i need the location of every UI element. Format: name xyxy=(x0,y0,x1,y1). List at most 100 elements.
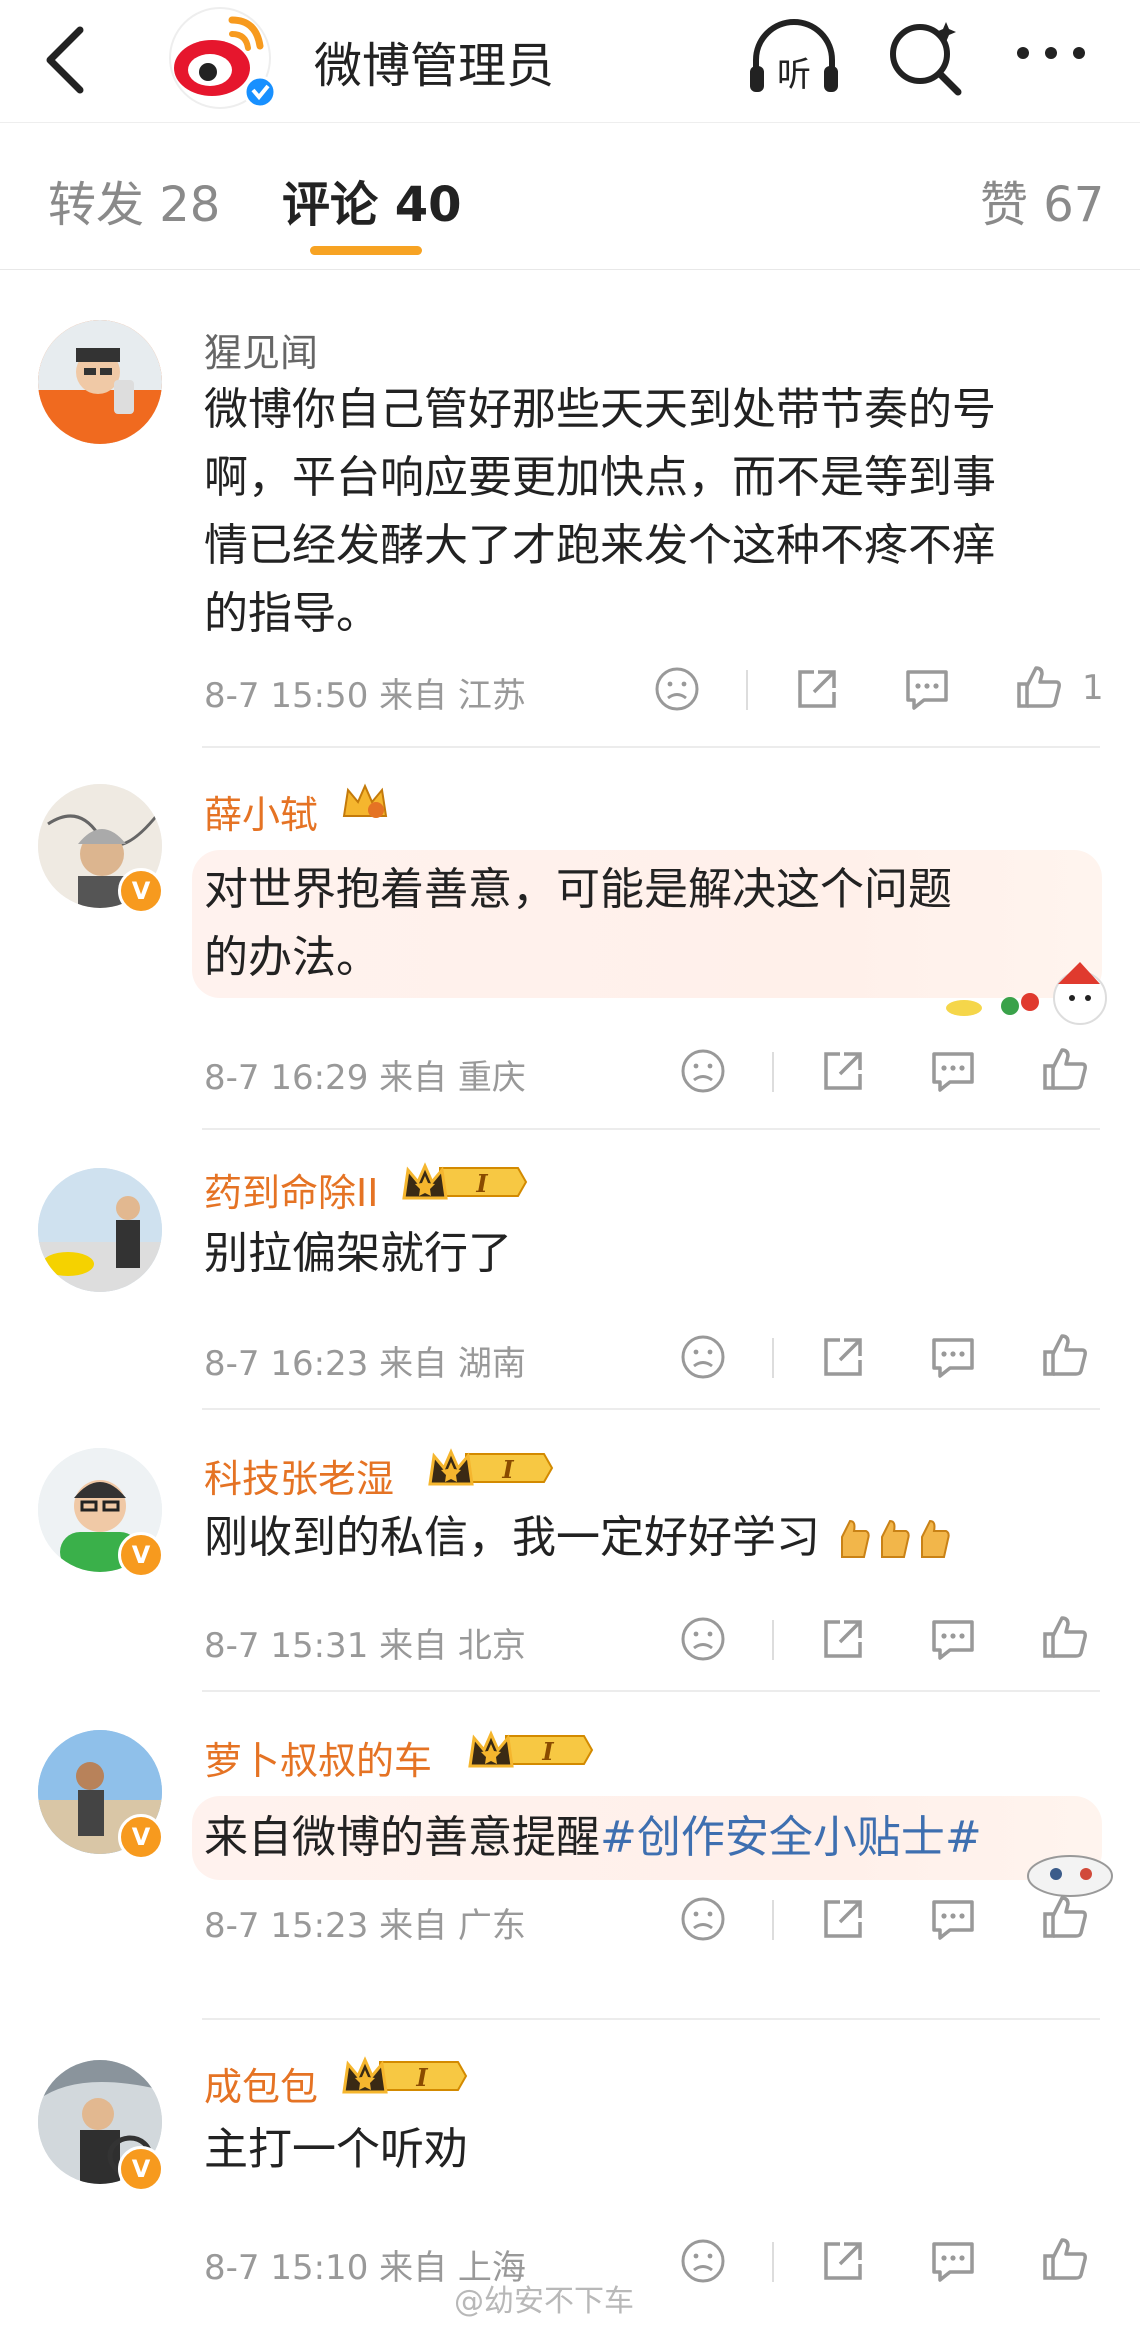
comment-text-line: 来自微博的善意提醒 xyxy=(204,1812,600,1863)
crown-badge-icon: I xyxy=(468,1730,594,1768)
verified-badge: V xyxy=(118,1532,164,1578)
comment-meta: 8-7 16:29 来自 重庆 xyxy=(204,1058,526,1098)
hashtag-link[interactable]: #创作安全小贴士# xyxy=(600,1812,982,1863)
divider xyxy=(772,1900,774,1940)
thumbs-up-icon[interactable] xyxy=(1040,1892,1090,1942)
comment-item: V 薛小轼 对世界抱着善意，可能是解决这个问题 的办法。 8-7 16:29 来… xyxy=(0,760,1140,1130)
share-icon[interactable] xyxy=(792,664,842,714)
comment-text-line: 刚收到的私信，我一定好好学习 xyxy=(204,1512,820,1563)
divider xyxy=(746,670,748,710)
crown-badge-icon: I xyxy=(428,1448,554,1486)
comment-icon[interactable] xyxy=(928,1332,978,1382)
comment-text: 来自微博的善意提醒#创作安全小贴士# xyxy=(204,1804,1084,1872)
search-icon[interactable] xyxy=(884,16,968,100)
comment-text-line: 对世界抱着善意，可能是解决这个问题 xyxy=(204,864,952,915)
active-tab-indicator xyxy=(310,246,422,255)
comment-meta: 8-7 15:23 来自 广东 xyxy=(204,1906,526,1946)
tab-comment[interactable]: 评论 40 xyxy=(282,165,462,235)
avatar[interactable] xyxy=(38,1168,162,1292)
svg-text:I: I xyxy=(415,2063,428,2092)
back-arrow-icon[interactable] xyxy=(36,22,96,98)
dislike-face-icon[interactable] xyxy=(678,2236,728,2286)
divider xyxy=(202,1690,1100,1692)
weibo-logo-icon[interactable] xyxy=(160,6,280,110)
divider xyxy=(202,1408,1100,1410)
comment-icon[interactable] xyxy=(928,1614,978,1664)
verified-badge: V xyxy=(118,2146,164,2192)
comment-item: 猩见闻 微博你自己管好那些天天到处带节奏的号 啊，平台响应要更加快点，而不是等到… xyxy=(0,280,1140,750)
dislike-face-icon[interactable] xyxy=(678,1332,728,1382)
watermark: @幼安不下车 xyxy=(454,2284,634,2319)
more-icon[interactable] xyxy=(1012,28,1090,78)
verified-badge: V xyxy=(118,868,164,914)
dislike-face-icon[interactable] xyxy=(652,664,702,714)
thumbs-up-icon[interactable] xyxy=(1014,662,1064,712)
comment-meta: 8-7 15:31 来自 北京 xyxy=(204,1626,526,1666)
commenter-name[interactable]: 薛小轼 xyxy=(204,784,318,839)
share-icon[interactable] xyxy=(818,1046,868,1096)
crown-badge-icon xyxy=(342,783,388,818)
share-icon[interactable] xyxy=(818,1614,868,1664)
comment-item: V 科技张老湿 I 刚收到的私信，我一定好好学习 8-7 15:31 来自 北京 xyxy=(0,1420,1140,1700)
thumbs-up-emoji-icon xyxy=(921,1519,950,1558)
dislike-face-icon[interactable] xyxy=(678,1614,728,1664)
christmas-decoration-icon xyxy=(946,962,1107,1025)
commenter-name[interactable]: 成包包 xyxy=(204,2056,318,2111)
divider xyxy=(202,1128,1100,1130)
dislike-face-icon[interactable] xyxy=(678,1894,728,1944)
comment-text-line: 的指导。 xyxy=(204,588,380,639)
svg-text:I: I xyxy=(475,1169,488,1198)
share-icon[interactable] xyxy=(818,2236,868,2286)
avatar[interactable] xyxy=(38,320,162,444)
thumbs-up-emoji-icon xyxy=(841,1519,870,1558)
commenter-name[interactable]: 科技张老湿 xyxy=(204,1448,394,1503)
top-nav-bar: 微博管理员 听 xyxy=(0,0,1140,122)
verified-badge: V xyxy=(118,1814,164,1860)
page-title: 微博管理员 xyxy=(314,38,555,94)
comment-icon[interactable] xyxy=(902,664,952,714)
comment-text: 微博你自己管好那些天天到处带节奏的号 啊，平台响应要更加快点，而不是等到事 情已… xyxy=(204,376,1104,648)
crown-badge-icon: I xyxy=(342,2056,468,2094)
thumbs-up-icon[interactable] xyxy=(1040,1612,1090,1662)
comment-icon[interactable] xyxy=(928,1894,978,1944)
svg-text:I: I xyxy=(501,1455,514,1484)
divider xyxy=(772,2242,774,2282)
comment-icon[interactable] xyxy=(928,1046,978,1096)
dislike-face-icon[interactable] xyxy=(678,1046,728,1096)
comment-text: 主打一个听劝 xyxy=(204,2116,1104,2184)
divider xyxy=(202,2018,1100,2020)
thumbs-up-icon[interactable] xyxy=(1040,1330,1090,1380)
crown-badge-icon: I xyxy=(402,1162,528,1200)
tab-repost[interactable]: 转发 28 xyxy=(48,165,220,235)
listen-icon-text: 听 xyxy=(777,55,811,95)
comment-icon[interactable] xyxy=(928,2236,978,2286)
share-icon[interactable] xyxy=(818,1894,868,1944)
comment-text: 刚收到的私信，我一定好好学习 xyxy=(204,1504,1124,1572)
share-icon[interactable] xyxy=(818,1332,868,1382)
thumbs-up-icon[interactable] xyxy=(1040,2234,1090,2284)
thumbs-up-icon[interactable] xyxy=(1040,1044,1090,1094)
comment-item: V 萝卜叔叔的车 I 来自微博的善意提醒#创作安全小贴士# 8-7 15:23 … xyxy=(0,1700,1140,2020)
divider xyxy=(772,1338,774,1378)
commenter-name[interactable]: 药到命除II xyxy=(204,1162,378,1217)
comment-text-line: 啊，平台响应要更加快点，而不是等到事 xyxy=(204,452,996,503)
comment-text-line: 别拉偏架就行了 xyxy=(204,1228,512,1279)
comment-text: 别拉偏架就行了 xyxy=(204,1220,1104,1288)
tab-bar: 转发 28 评论 40 赞 67 xyxy=(0,122,1140,270)
divider xyxy=(772,1620,774,1660)
thumbs-up-emoji-icon xyxy=(881,1519,910,1558)
comment-text-line: 情已经发酵大了才跑来发个这种不疼不痒 xyxy=(204,520,996,571)
like-count: 1 xyxy=(1082,668,1104,708)
comment-text-line: 微博你自己管好那些天天到处带节奏的号 xyxy=(204,384,996,435)
tab-like[interactable]: 赞 67 xyxy=(980,165,1104,235)
commenter-name[interactable]: 猩见闻 xyxy=(204,322,318,377)
svg-text:I: I xyxy=(541,1737,554,1766)
listen-icon[interactable]: 听 xyxy=(746,16,842,100)
comment-item: 药到命除II I 别拉偏架就行了 8-7 16:23 来自 湖南 xyxy=(0,1140,1140,1410)
divider xyxy=(772,1052,774,1092)
comment-meta: 8-7 15:50 来自 江苏 xyxy=(204,676,526,716)
commenter-name[interactable]: 萝卜叔叔的车 xyxy=(204,1730,432,1785)
comment-meta: 8-7 16:23 来自 湖南 xyxy=(204,1344,526,1384)
comment-text-line: 主打一个听劝 xyxy=(204,2124,468,2175)
divider xyxy=(202,746,1100,748)
